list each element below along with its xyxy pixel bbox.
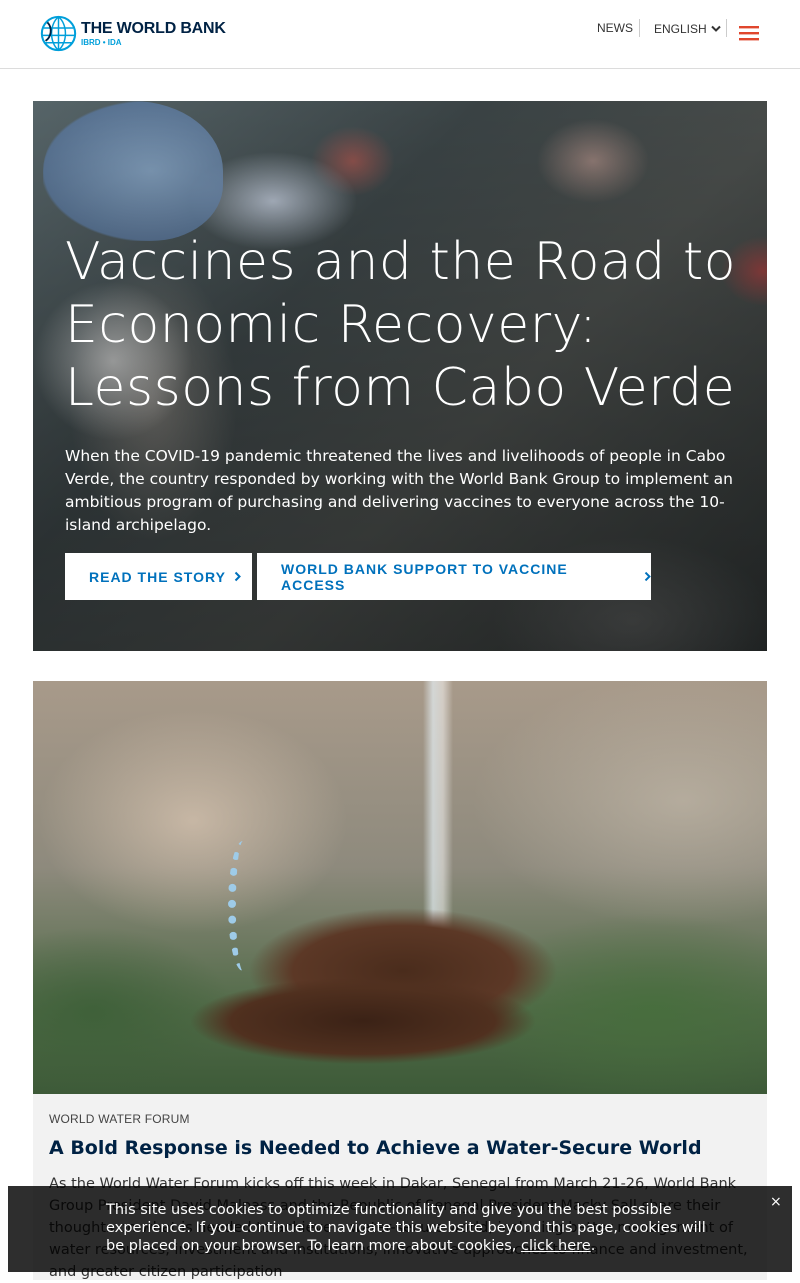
logo-subtitle: IBRD • IDA — [81, 37, 122, 47]
chevron-down-icon — [710, 25, 721, 32]
language-label: ENGLISH — [654, 22, 707, 36]
cookie-period: . — [590, 1238, 596, 1254]
nav-divider — [639, 19, 640, 37]
cookie-banner: This site uses cookies to optimize funct… — [8, 1186, 792, 1272]
image-detail — [228, 841, 258, 971]
chevron-right-icon — [644, 571, 651, 582]
logo-name: THE WORLD BANK — [81, 19, 226, 37]
hero-title: Vaccines and the Road to Economic Recove… — [65, 232, 737, 418]
image-detail — [83, 961, 603, 1094]
chevron-right-icon — [234, 571, 241, 582]
vaccine-access-label: WORLD BANK SUPPORT TO VACCINE ACCESS — [281, 560, 568, 593]
globe-icon — [40, 15, 77, 52]
vaccine-access-button[interactable]: WORLD BANK SUPPORT TO VACCINE ACCESS — [257, 553, 651, 600]
world-bank-logo[interactable]: THE WORLD BANK IBRD • IDA — [40, 15, 226, 52]
water-hands-image[interactable] — [33, 681, 767, 1094]
hero-description: When the COVID-19 pandemic threatened th… — [65, 447, 733, 534]
nav-news-link[interactable]: NEWS — [597, 21, 633, 35]
cookie-message: This site uses cookies to optimize funct… — [106, 1201, 726, 1255]
site-header: THE WORLD BANK IBRD • IDA NEWS ENGLISH — [0, 0, 800, 69]
read-story-button[interactable]: READ THE STORY — [65, 553, 252, 600]
read-story-label: READ THE STORY — [89, 568, 226, 585]
language-selector[interactable]: ENGLISH — [654, 22, 721, 36]
cookie-click-here-link[interactable]: click here — [521, 1238, 591, 1254]
close-icon[interactable]: × — [770, 1194, 782, 1210]
hamburger-icon[interactable] — [738, 24, 760, 42]
card-title-link[interactable]: A Bold Response is Needed to Achieve a W… — [49, 1137, 702, 1159]
card-category: WORLD WATER FORUM — [49, 1112, 190, 1126]
hero-banner: Vaccines and the Road to Economic Recove… — [33, 101, 767, 651]
cookie-text: This site uses cookies to optimize funct… — [106, 1202, 706, 1254]
nav-divider — [726, 19, 727, 37]
